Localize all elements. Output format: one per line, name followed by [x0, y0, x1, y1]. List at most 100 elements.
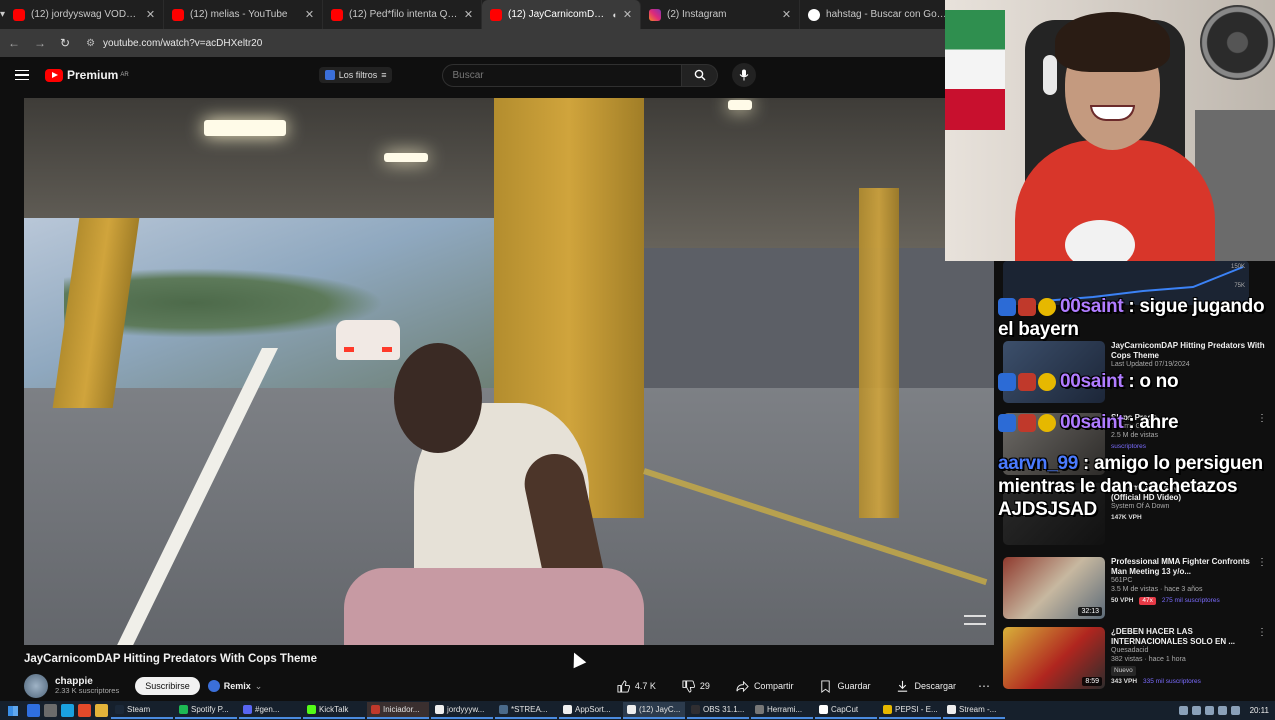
menu-icon[interactable] [15, 69, 29, 81]
video-thumbnail[interactable] [1003, 413, 1105, 475]
volume-icon[interactable] [1230, 706, 1240, 715]
spotify-icon [179, 705, 188, 714]
remix-button[interactable]: Remix ⌄ [207, 680, 262, 692]
dislike-count: 29 [699, 681, 710, 691]
reload-icon[interactable]: ↻ [60, 36, 70, 50]
taskbar-app[interactable]: jordyyyw... [431, 702, 493, 719]
close-icon[interactable]: ✕ [305, 8, 314, 21]
browser-tab-strip: ▾ (12) jordyyswag VODS - YouTube ✕ (12) … [0, 0, 945, 29]
more-options-icon[interactable]: ⋮ [1257, 627, 1267, 697]
search-placeholder: Buscar [452, 69, 484, 81]
search-button[interactable] [682, 63, 719, 87]
more-options-icon[interactable]: ⋮ [1257, 413, 1267, 483]
pinned-app-icon[interactable] [44, 704, 57, 717]
pinned-app-icon[interactable] [95, 704, 108, 717]
streamer-hair [1055, 12, 1170, 72]
speaker-icon[interactable]: ◖ [611, 10, 616, 20]
subscriber-count: 2.33 K suscriptores [55, 686, 120, 696]
recommendation-channel[interactable]: Tommy G [1111, 423, 1251, 432]
recommendation-channel[interactable]: 561PC [1111, 577, 1251, 586]
pinned-app-icon[interactable] [61, 704, 74, 717]
clock[interactable]: 20:11 [1250, 706, 1269, 715]
browser-tab[interactable]: (12) jordyyswag VODS - YouTube ✕ [5, 0, 165, 29]
pinned-app-icon[interactable] [78, 704, 91, 717]
captions-icon[interactable] [964, 615, 986, 625]
recommendation-title[interactable]: JayCarnicomDAP Hitting Predators With Co… [1111, 341, 1265, 361]
taskbar-app[interactable]: #gen... [239, 702, 301, 719]
recommendation-item[interactable]: JayCarnicomDAP Hitting Predators With Co… [1003, 341, 1265, 411]
taskbar-app[interactable]: *STREA... [495, 702, 557, 719]
recommendation-channel[interactable]: System Of A Down [1111, 503, 1265, 512]
pinned-app-icon[interactable] [27, 704, 40, 717]
recommendation-item[interactable]: System Of A Down - Chop Suey! (Official … [1003, 483, 1265, 553]
remix-icon [207, 680, 220, 692]
video-thumbnail[interactable] [1003, 341, 1105, 403]
dislike-button[interactable]: 29 [674, 677, 718, 696]
windows-start-icon[interactable] [2, 702, 24, 719]
recommendation-channel[interactable]: Quesadacid [1111, 647, 1251, 656]
browser-tab[interactable]: hahstag - Buscar con Google [800, 0, 945, 29]
search-input[interactable]: Buscar [442, 63, 683, 87]
channel-avatar[interactable] [24, 674, 48, 698]
taskbar-app[interactable]: Iniciador... [367, 702, 429, 719]
url-text: youtube.com/watch?v=acDHXeltr20 [103, 37, 263, 49]
recommendation-item[interactable]: 32:13 Professional MMA Fighter Confronts… [1003, 557, 1267, 627]
tray-icon[interactable] [1204, 706, 1214, 715]
subscribe-button[interactable]: Suscribirse [135, 677, 200, 695]
site-info-icon[interactable]: ⚙ [86, 38, 95, 49]
instagram-icon [649, 8, 662, 21]
like-button[interactable]: 4.7 K [609, 677, 664, 696]
recommendation-item[interactable]: Slaps Preds Tommy G 2.5 M de vistas susc… [1003, 413, 1267, 483]
youtube-icon [13, 8, 26, 21]
video-player[interactable] [24, 98, 994, 645]
download-button[interactable]: Descargar [888, 677, 964, 696]
recommendation-title[interactable]: Professional MMA Fighter Confronts Man M… [1111, 557, 1251, 577]
browser-tab-active[interactable]: (12) JayCarnicomDAP Hittin ◖ ✕ [482, 0, 642, 29]
video-thumbnail[interactable]: 8:59 [1003, 627, 1105, 689]
close-icon[interactable]: ✕ [623, 8, 632, 21]
browser-tab[interactable]: (2) Instagram ✕ [641, 0, 801, 29]
youtube-logo[interactable]: Premium AR [45, 68, 129, 82]
more-actions-icon[interactable]: ⋯ [974, 676, 994, 696]
close-icon[interactable]: ✕ [782, 8, 791, 21]
taskbar-app[interactable]: Steam [111, 702, 173, 719]
video-thumbnail[interactable] [1003, 483, 1105, 545]
youtube-masthead: Premium AR Los filtros ≡ Buscar [0, 57, 945, 93]
wifi-icon[interactable] [1217, 706, 1227, 715]
microphone-icon [740, 69, 749, 81]
close-icon[interactable]: ✕ [146, 8, 155, 21]
more-options-icon[interactable]: ⋮ [1257, 557, 1267, 627]
recommendation-title[interactable]: ¿DEBEN HACER LAS INTERNACIONALES SOLO EN… [1111, 627, 1251, 647]
share-button[interactable]: Compartir [728, 677, 802, 696]
browser-tab[interactable]: (12) melias - YouTube ✕ [164, 0, 324, 29]
chrome-icon [627, 705, 636, 714]
taskbar-app[interactable]: Stream -... [943, 702, 1005, 719]
tools-icon [755, 705, 764, 714]
close-icon[interactable]: ✕ [464, 8, 473, 21]
taskbar-app[interactable]: CapCut [815, 702, 877, 719]
chrome-icon [435, 705, 444, 714]
taskbar-app[interactable]: PEPSI - E... [879, 702, 941, 719]
youtube-play-icon [45, 68, 63, 82]
back-icon[interactable]: ← [8, 36, 20, 50]
logo-text: Premium [67, 68, 119, 82]
browser-tab[interactable]: (12) Ped*filo intenta QUITAR ✕ [323, 0, 483, 29]
video-thumbnail[interactable]: 32:13 [1003, 557, 1105, 619]
taskbar-app[interactable]: Herrami... [751, 702, 813, 719]
url-field[interactable]: ⚙ youtube.com/watch?v=acDHXeltr20 [86, 38, 262, 49]
video-frame-car [336, 320, 400, 360]
voice-search-button[interactable] [732, 63, 757, 87]
recommendation-item[interactable]: 8:59 ¿DEBEN HACER LAS INTERNACIONALES SO… [1003, 627, 1267, 697]
taskbar-app[interactable]: KickTalk [303, 702, 365, 719]
recommendation-title[interactable]: System Of A Down - Chop Suey! (Official … [1111, 483, 1265, 503]
tray-icon[interactable] [1178, 706, 1188, 715]
save-button[interactable]: Guardar [811, 677, 878, 696]
taskbar-app[interactable]: OBS 31.1... [687, 702, 749, 719]
forward-icon[interactable]: → [34, 36, 46, 50]
taskbar-app[interactable]: AppSort... [559, 702, 621, 719]
taskbar-app[interactable]: Spotify P... [175, 702, 237, 719]
taskbar-app[interactable]: (12) JayC... [623, 702, 685, 719]
tray-icon[interactable] [1191, 706, 1201, 715]
filters-extension-button[interactable]: Los filtros ≡ [318, 67, 393, 83]
recommendation-title[interactable]: Slaps Preds [1111, 413, 1251, 423]
